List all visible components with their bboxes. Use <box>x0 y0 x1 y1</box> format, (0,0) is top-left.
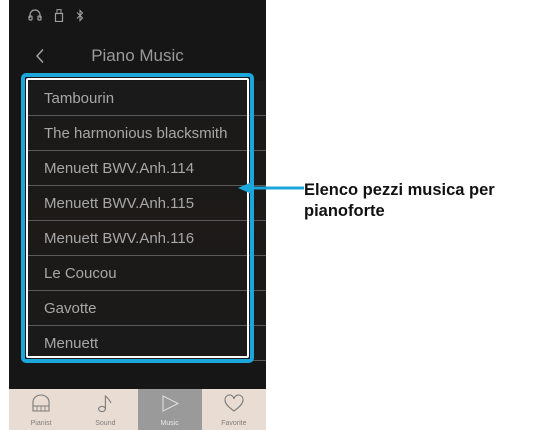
piano-icon <box>30 389 52 418</box>
tab-label: Sound <box>95 420 116 427</box>
status-bar <box>28 4 84 26</box>
list-item[interactable]: Menuett <box>27 326 266 361</box>
piano-music-list: Tambourin The harmonious blacksmith Menu… <box>27 81 266 361</box>
tab-bar: Pianist Sound Music Favorite <box>9 389 266 430</box>
tab-label: Pianist <box>30 420 52 427</box>
page-title: Piano Music <box>91 46 184 65</box>
music-note-icon <box>94 389 116 418</box>
play-icon <box>159 389 181 418</box>
header: Piano Music <box>9 43 266 73</box>
callout-label: Elenco pezzi musica per pianoforte <box>304 181 495 220</box>
usb-icon <box>54 8 64 22</box>
tab-pianist[interactable]: Pianist <box>9 389 73 430</box>
tab-label: Favorite <box>221 420 247 427</box>
bluetooth-icon <box>76 8 84 22</box>
heart-icon <box>223 389 245 418</box>
list-item[interactable]: Gavotte <box>27 291 266 326</box>
tab-favorite[interactable]: Favorite <box>202 389 266 430</box>
list-item[interactable]: Le Coucou <box>27 256 266 291</box>
list-item[interactable]: The harmonious blacksmith <box>27 116 266 151</box>
tab-label: Music <box>160 420 179 427</box>
list-item[interactable]: Menuett BWV.Anh.116 <box>27 221 266 256</box>
list-item[interactable]: Menuett BWV.Anh.115 <box>27 186 266 221</box>
list-item[interactable]: Tambourin <box>27 81 266 116</box>
headphones-icon <box>28 9 42 21</box>
tab-music[interactable]: Music <box>137 389 202 430</box>
tab-sound[interactable]: Sound <box>73 389 137 430</box>
callout-arrow-icon <box>238 181 304 195</box>
app-screen: Piano Music Tambourin The harmonious bla… <box>9 0 266 430</box>
list-item[interactable]: Menuett BWV.Anh.114 <box>27 151 266 186</box>
